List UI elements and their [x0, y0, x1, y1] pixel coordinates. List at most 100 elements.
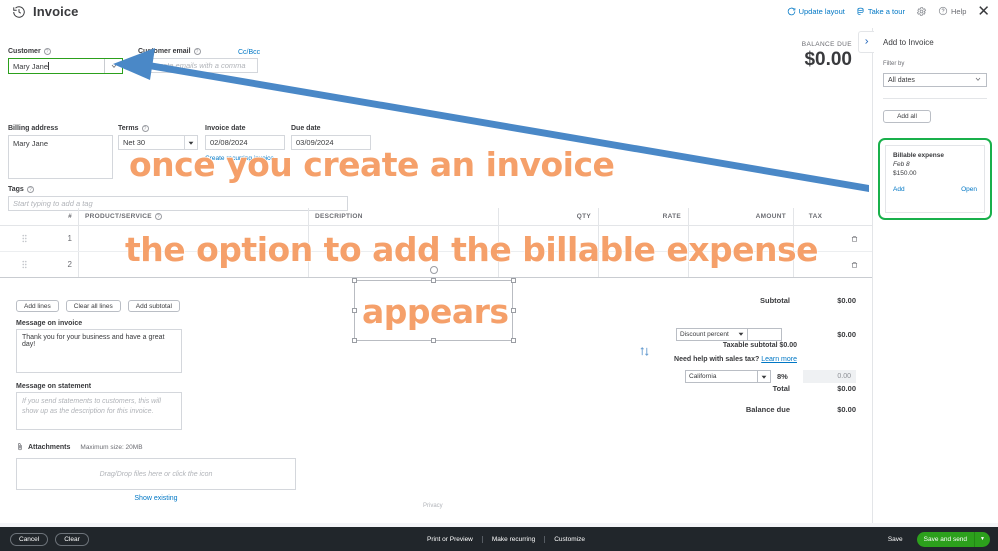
- subtotal-label: Subtotal: [760, 296, 790, 305]
- due-date-label: Due date: [291, 125, 321, 132]
- add-lines-button[interactable]: Add lines: [16, 300, 59, 312]
- cancel-button[interactable]: Cancel: [10, 532, 49, 546]
- info-icon: ?: [26, 186, 34, 193]
- row-product-cell[interactable]: [78, 226, 308, 251]
- expense-open-link[interactable]: Open: [961, 186, 977, 193]
- tour-icon: [856, 7, 865, 16]
- terms-select[interactable]: Net 30: [118, 135, 198, 150]
- cc-bcc-link[interactable]: Cc/Bcc: [238, 49, 260, 56]
- table-row[interactable]: 2: [0, 252, 872, 278]
- row-description-cell[interactable]: [308, 252, 498, 277]
- trash-icon[interactable]: [837, 261, 872, 269]
- help-button[interactable]: Help: [938, 6, 966, 18]
- row-qty-cell[interactable]: [498, 252, 598, 277]
- invoice-app: Invoice Update layout Take a tour Help ✕…: [0, 0, 998, 551]
- trash-icon[interactable]: [837, 235, 872, 243]
- clear-button[interactable]: Clear: [55, 532, 89, 546]
- row-tax-cell[interactable]: [793, 226, 837, 251]
- info-icon: ?: [43, 48, 51, 55]
- chevron-down-icon[interactable]: [104, 59, 122, 73]
- chevron-down-icon[interactable]: [184, 136, 197, 149]
- add-subtotal-button[interactable]: Add subtotal: [127, 300, 180, 312]
- tax-percent: 8%: [777, 372, 788, 381]
- save-button[interactable]: Save: [880, 536, 911, 543]
- col-amount: AMOUNT: [688, 208, 793, 225]
- take-a-tour-label: Take a tour: [867, 7, 905, 16]
- take-a-tour-button[interactable]: Take a tour: [856, 7, 905, 16]
- privacy-link[interactable]: Privacy: [423, 503, 443, 509]
- swap-vertical-icon[interactable]: [639, 346, 650, 359]
- col-description: DESCRIPTION: [308, 208, 498, 225]
- panel-title: Add to Invoice: [883, 38, 934, 47]
- due-date-group: Due date 03/09/2024: [291, 125, 371, 150]
- terms-label: Terms ?: [118, 125, 198, 132]
- page-title-group: Invoice: [12, 4, 79, 19]
- invoice-date-group: Invoice date 02/08/2024: [205, 125, 285, 150]
- paperclip-icon[interactable]: [16, 442, 24, 453]
- info-icon: ?: [193, 48, 201, 55]
- collapse-panel-button[interactable]: [858, 31, 874, 53]
- billable-expense-card[interactable]: Billable expense Feb 8 $150.00 Add Open: [885, 145, 985, 213]
- row-qty-cell[interactable]: [498, 226, 598, 251]
- expense-amount: $150.00: [893, 170, 917, 177]
- print-or-preview-button[interactable]: Print or Preview: [418, 535, 483, 543]
- message-on-invoice-label: Message on invoice: [16, 320, 83, 327]
- expense-add-link[interactable]: Add: [893, 186, 905, 193]
- expense-title: Billable expense: [893, 152, 944, 159]
- billing-address-input[interactable]: Mary Jane: [8, 135, 113, 179]
- caret-down-icon: [757, 371, 767, 382]
- row-amount-cell[interactable]: [688, 252, 793, 277]
- message-on-invoice-group: Message on invoice Thank you for your bu…: [16, 320, 182, 373]
- panel-divider: [883, 98, 987, 99]
- sales-tax-help-text: Need help with sales tax?: [674, 356, 760, 363]
- row-product-cell[interactable]: [78, 252, 308, 277]
- discount-amount-input[interactable]: [748, 328, 782, 341]
- drag-handle-icon[interactable]: [0, 234, 48, 243]
- terms-value: Net 30: [123, 138, 146, 147]
- attachment-dropzone[interactable]: Drag/Drop files here or click the icon: [16, 458, 296, 490]
- tax-region-select[interactable]: California: [685, 370, 771, 383]
- row-tax-cell[interactable]: [793, 252, 837, 277]
- make-recurring-button[interactable]: Make recurring: [483, 535, 546, 543]
- message-on-statement-input[interactable]: If you send statements to customers, thi…: [16, 392, 182, 430]
- header-actions: Update layout Take a tour Help ✕: [787, 4, 990, 19]
- customer-input[interactable]: Mary Jane: [8, 58, 123, 74]
- table-header-row: # PRODUCT/SERVICE ? DESCRIPTION QTY RATE…: [0, 208, 872, 226]
- due-date-input[interactable]: 03/09/2024: [291, 135, 371, 150]
- row-rate-cell[interactable]: [598, 226, 688, 251]
- table-row[interactable]: 1: [0, 226, 872, 252]
- taxable-subtotal-label: Taxable subtotal $0.00: [722, 342, 797, 349]
- page-title: Invoice: [33, 4, 79, 19]
- bottom-action-bar: Cancel Clear Print or Preview Make recur…: [0, 527, 998, 551]
- row-rate-cell[interactable]: [598, 252, 688, 277]
- filter-by-select[interactable]: All dates: [883, 73, 987, 87]
- drag-handle-icon[interactable]: [0, 260, 48, 269]
- show-existing-link[interactable]: Show existing: [16, 495, 296, 502]
- message-on-statement-group: Message on statement If you send stateme…: [16, 383, 182, 430]
- invoice-form: Customer ? Mary Jane Customer email ? Se…: [0, 28, 872, 523]
- customize-button[interactable]: Customize: [545, 536, 594, 543]
- row-amount-cell[interactable]: [688, 226, 793, 251]
- invoice-date-input[interactable]: 02/08/2024: [205, 135, 285, 150]
- filter-by-label: Filter by: [883, 61, 905, 67]
- discount-type-select[interactable]: Discount percent: [676, 328, 748, 341]
- message-on-invoice-input[interactable]: Thank you for your business and have a g…: [16, 329, 182, 373]
- gear-icon[interactable]: [916, 6, 927, 17]
- add-all-button[interactable]: Add all: [883, 110, 931, 123]
- customer-email-input[interactable]: Separate emails with a comma: [138, 58, 258, 73]
- create-recurring-invoice-link[interactable]: Create recurring invoice: [205, 155, 274, 162]
- chevron-right-icon: [863, 37, 870, 48]
- filter-by-value: All dates: [888, 76, 915, 84]
- caret-down-icon[interactable]: ▼: [975, 536, 990, 542]
- tax-amount: 0.00: [803, 370, 856, 383]
- discount-row: Discount percent $0.00: [676, 328, 856, 341]
- update-layout-button[interactable]: Update layout: [787, 7, 845, 16]
- learn-more-link[interactable]: Learn more: [761, 356, 797, 363]
- row-description-cell[interactable]: [308, 226, 498, 251]
- close-icon[interactable]: ✕: [977, 4, 990, 19]
- top-header-bar: Invoice Update layout Take a tour Help ✕: [0, 0, 998, 28]
- save-and-send-button[interactable]: Save and send ▼: [916, 531, 990, 547]
- clear-all-lines-button[interactable]: Clear all lines: [65, 300, 121, 312]
- max-size-label: Maximum size: 20MB: [80, 444, 143, 451]
- row-number: 1: [67, 234, 72, 243]
